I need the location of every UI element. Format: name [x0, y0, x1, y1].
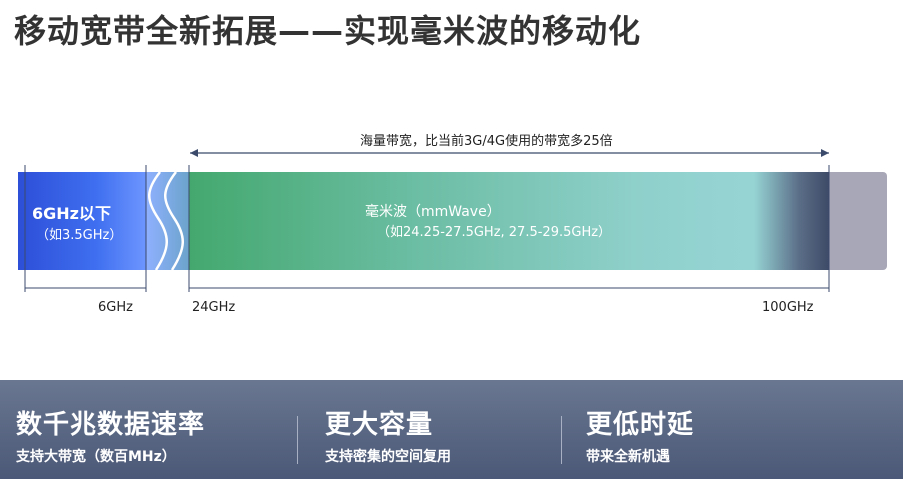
break-wave-right	[164, 171, 184, 271]
arrow-head-left	[190, 149, 198, 157]
sub6-example: （如3.5GHz）	[36, 228, 123, 243]
feature-subtitle: 支持密集的空间复用	[325, 449, 451, 465]
diagram-lines	[24, 149, 830, 292]
mmwave-example: （如24.25-27.5GHz, 27.5-29.5GHz）	[377, 225, 612, 240]
mmwave-label: 毫米波（mmWave）	[365, 204, 501, 220]
feature-title: 数千兆数据速率	[16, 410, 206, 440]
feature-divider	[297, 416, 298, 464]
feature-capacity: 更大容量 支持密集的空间复用	[325, 410, 451, 466]
arrow-head-right	[821, 149, 829, 157]
tick-100ghz: 100GHz	[762, 300, 814, 315]
spectrum-diagram: 海量带宽，比当前3G/4G使用的带宽多25倍 6GHz以下 （如3.5GHz） …	[0, 0, 903, 380]
feature-divider	[561, 416, 562, 464]
feature-data-rate: 数千兆数据速率 支持大带宽（数百MHz）	[16, 410, 205, 466]
feature-latency: 更低时延 带来全新机遇	[586, 410, 694, 466]
feature-subtitle: 带来全新机遇	[586, 449, 670, 465]
feature-footer: 数千兆数据速率 支持大带宽（数百MHz） 更大容量 支持密集的空间复用 更低时延…	[0, 380, 903, 479]
sub6-label: 6GHz以下	[32, 204, 111, 223]
tick-6ghz: 6GHz	[98, 300, 133, 315]
break-wave-left	[148, 171, 168, 271]
tick-24ghz: 24GHz	[192, 300, 236, 315]
feature-title: 更低时延	[586, 410, 695, 440]
feature-subtitle: 支持大带宽（数百MHz）	[16, 449, 176, 465]
feature-title: 更大容量	[325, 410, 434, 440]
